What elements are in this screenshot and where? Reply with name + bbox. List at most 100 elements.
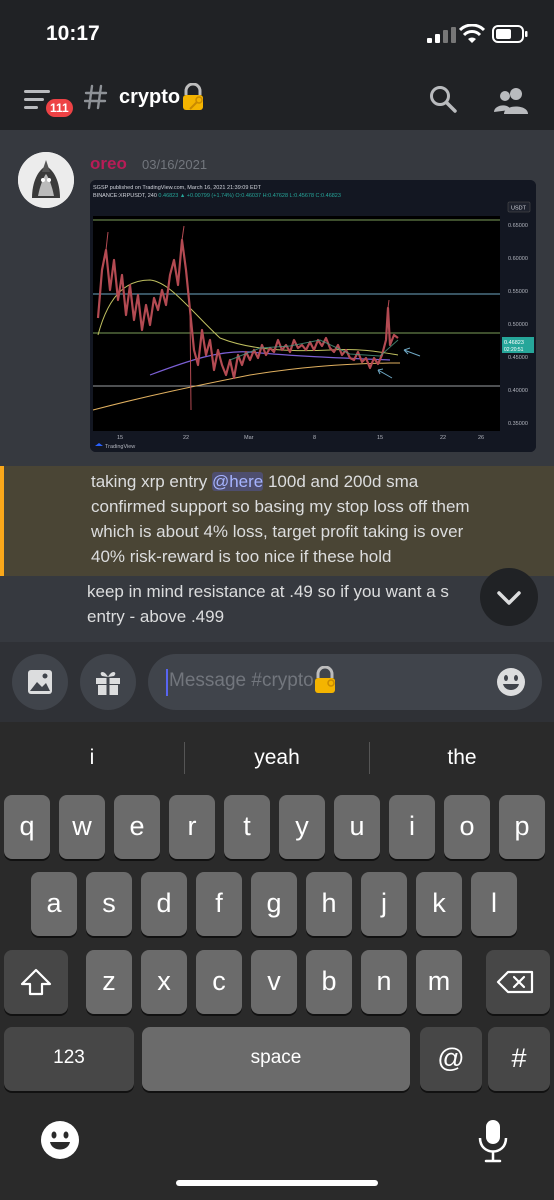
message-text: taking xrp entry (91, 472, 212, 491)
date-tick: 22 (183, 435, 189, 441)
mention-highlighted-message: taking xrp entry @here 100d and 200d sma… (0, 466, 554, 576)
message-input-placeholder: Message #crypto (169, 670, 314, 691)
message-line: 40% risk-reward is too nice if these hol… (91, 547, 392, 566)
space-key[interactable]: space (142, 1027, 410, 1091)
key[interactable]: o (444, 795, 490, 859)
key[interactable]: a (31, 872, 77, 936)
date-tick: 22 (440, 435, 446, 441)
message-line: taking xrp entry @here 100d and 200d sma (91, 469, 418, 494)
image-upload-button[interactable] (12, 654, 68, 710)
date-tick: 15 (117, 435, 123, 441)
key[interactable]: e (114, 795, 160, 859)
price-tick: 0.35000 (508, 421, 528, 427)
emoji-keyboard-icon[interactable] (40, 1120, 80, 1160)
channel-hash-icon (84, 84, 108, 110)
microphone-icon[interactable] (476, 1118, 510, 1164)
shift-key[interactable] (4, 950, 68, 1014)
emoji-icon[interactable] (496, 667, 526, 697)
search-icon[interactable] (428, 84, 458, 114)
key[interactable]: s (86, 872, 132, 936)
suggestion-word[interactable]: the (370, 722, 554, 794)
key[interactable]: b (306, 950, 352, 1014)
jump-to-bottom-button[interactable] (480, 568, 538, 626)
suggestion-word[interactable]: i (0, 722, 184, 794)
at-key[interactable]: @ (420, 1027, 482, 1091)
message-timestamp: 03/16/2021 (142, 157, 208, 172)
message-list[interactable]: oreo 03/16/2021 SGSP published on Tradin… (0, 130, 554, 642)
key[interactable]: u (334, 795, 380, 859)
chart-symbol-line: BINANCE:XRPUSDT, 240 0.46823 ▲ +0.00799 … (93, 193, 341, 199)
here-mention[interactable]: @here (211, 472, 264, 491)
last-price-time: 02:20:51 (504, 347, 524, 353)
avatar[interactable] (18, 152, 74, 208)
channel-title: crypto (119, 86, 181, 108)
message-line: confirmed support so basing my stop loss… (91, 497, 470, 516)
key[interactable]: c (196, 950, 242, 1014)
last-price-label: 0.46823 (504, 340, 524, 346)
avatar-image (18, 152, 74, 208)
chart-currency: USDT (511, 206, 527, 212)
price-tick: 0.50000 (508, 322, 528, 328)
message-text: 100d and 200d sma (263, 472, 419, 491)
members-icon[interactable] (494, 86, 528, 114)
gift-button[interactable] (80, 654, 136, 710)
lock-key-emoji-icon (315, 666, 335, 693)
key[interactable]: v (251, 950, 297, 1014)
message-author[interactable]: oreo (90, 154, 127, 174)
key[interactable]: d (141, 872, 187, 936)
date-tick: 15 (377, 435, 383, 441)
message-line: which is about 4% loss, target profit ta… (91, 522, 464, 541)
key[interactable]: t (224, 795, 270, 859)
date-tick: Mar (244, 435, 254, 441)
text-caret (166, 669, 168, 696)
channel-header: 111 crypto (0, 70, 554, 130)
chevron-down-icon (497, 591, 521, 605)
suggestion-word[interactable]: yeah (185, 722, 369, 794)
price-tick: 0.60000 (508, 256, 528, 262)
chart-published-line: SGSP published on TradingView.com, March… (93, 185, 262, 191)
ios-keyboard: i yeah the q w e r t y u i o p a s d f g… (0, 722, 554, 1200)
key[interactable]: x (141, 950, 187, 1014)
key[interactable]: y (279, 795, 325, 859)
key[interactable]: z (86, 950, 132, 1014)
key[interactable]: n (361, 950, 407, 1014)
lock-key-emoji-icon (183, 83, 203, 110)
chart-image-attachment[interactable]: SGSP published on TradingView.com, March… (90, 180, 536, 452)
key[interactable]: j (361, 872, 407, 936)
wifi-icon (459, 24, 485, 43)
price-tick: 0.55000 (508, 289, 528, 295)
numbers-key[interactable]: 123 (4, 1027, 134, 1091)
shift-arrow-icon (20, 968, 52, 996)
home-indicator[interactable] (176, 1180, 378, 1186)
followup-message-line: entry - above .499 (87, 607, 225, 626)
cellular-signal-icon (427, 27, 456, 43)
key[interactable]: l (471, 872, 517, 936)
backspace-key[interactable] (486, 950, 550, 1014)
status-bar: 10:17 (0, 0, 554, 70)
key[interactable]: m (416, 950, 462, 1014)
price-tick: 0.45000 (508, 355, 528, 361)
key[interactable]: k (416, 872, 462, 936)
key[interactable]: r (169, 795, 215, 859)
chart-watermark: TradingView (105, 444, 135, 450)
hash-key[interactable]: # (488, 1027, 550, 1091)
message-composer: Message #crypto (0, 642, 554, 722)
message-input[interactable]: Message #crypto (148, 654, 542, 710)
price-tick: 0.40000 (508, 388, 528, 394)
key[interactable]: g (251, 872, 297, 936)
key[interactable]: h (306, 872, 352, 936)
backspace-icon (496, 970, 534, 994)
price-tick: 0.65000 (508, 223, 528, 229)
gift-icon (96, 671, 120, 695)
key[interactable]: i (389, 795, 435, 859)
image-icon (28, 670, 52, 694)
price-chart: SGSP published on TradingView.com, March… (90, 180, 536, 452)
key[interactable]: w (59, 795, 105, 859)
key[interactable]: q (4, 795, 50, 859)
unread-badge: 111 (44, 97, 75, 119)
key[interactable]: f (196, 872, 242, 936)
key[interactable]: p (499, 795, 545, 859)
date-tick: 8 (313, 435, 316, 441)
battery-icon (492, 25, 528, 43)
date-tick: 26 (478, 435, 484, 441)
